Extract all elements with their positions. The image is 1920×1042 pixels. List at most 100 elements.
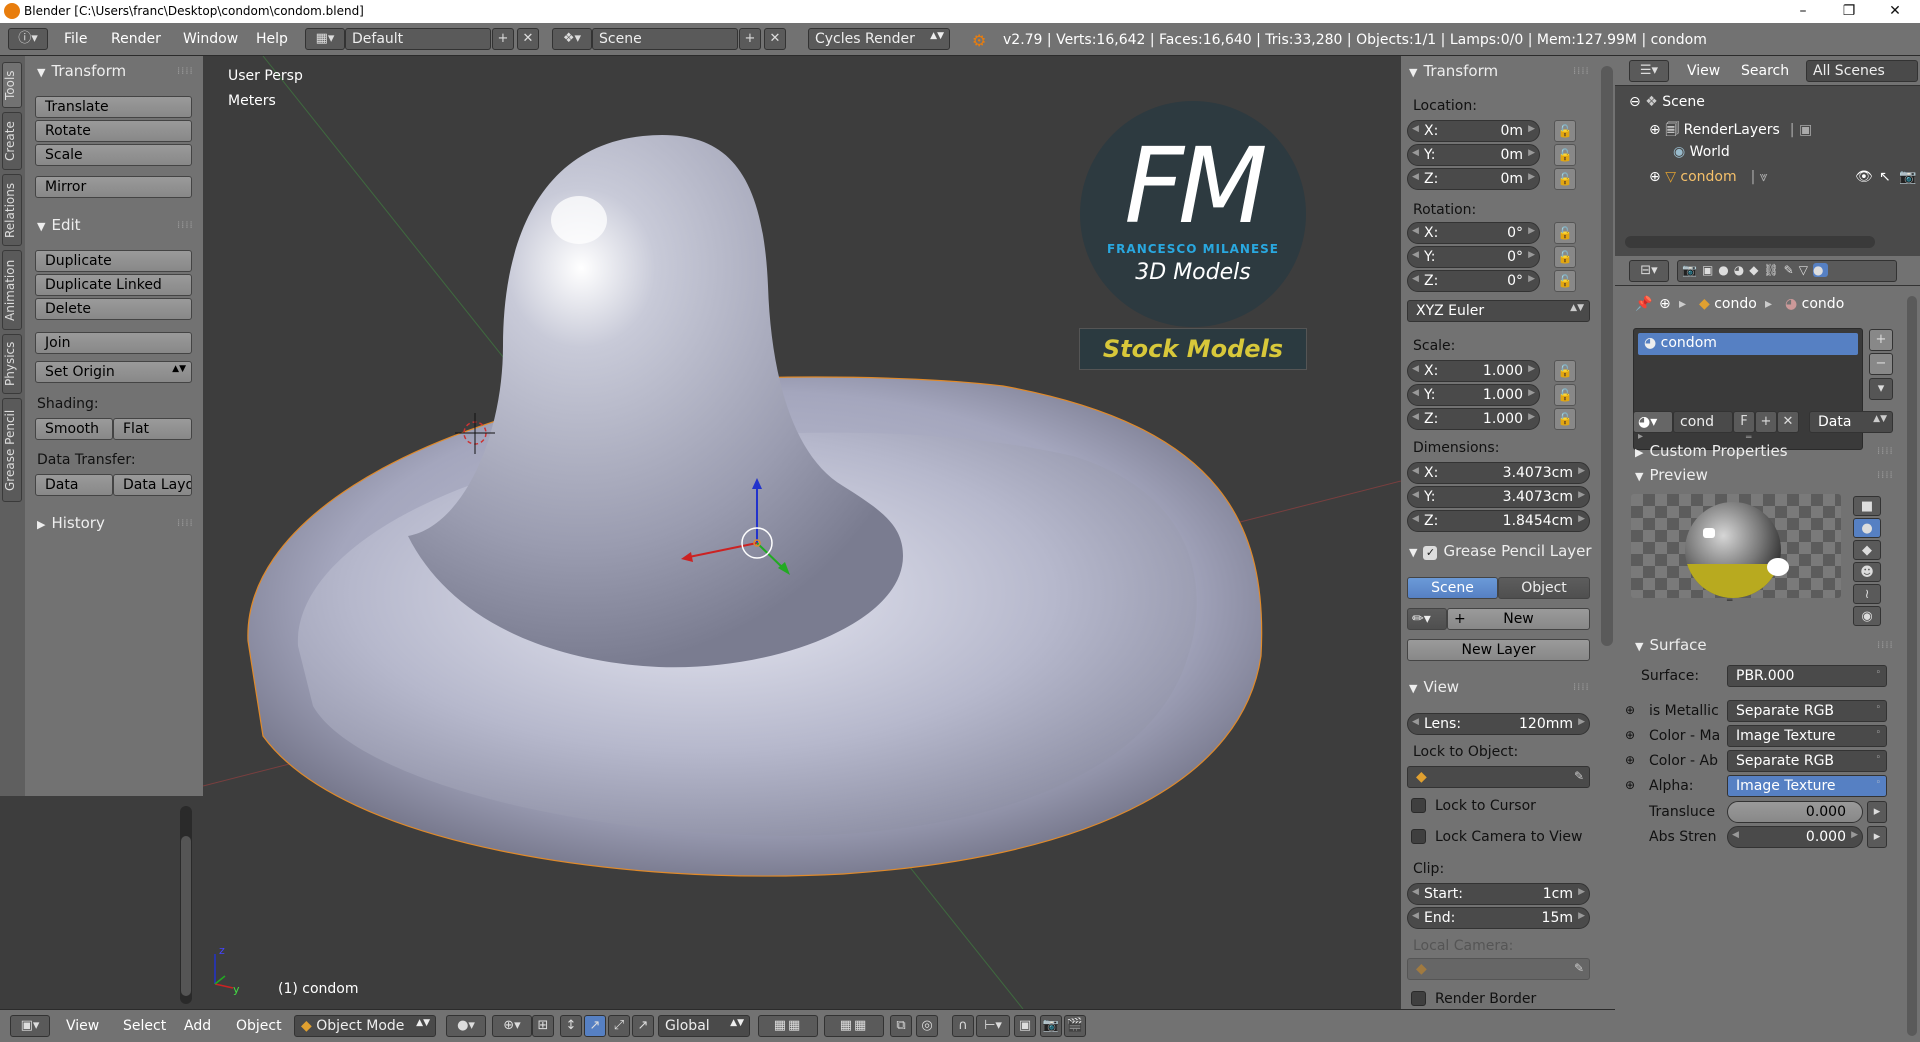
lock-icon[interactable]: 🔓 bbox=[1554, 144, 1576, 166]
screen-layout-icon[interactable]: ▦▾ bbox=[305, 28, 345, 50]
lock-icon[interactable]: 🔓 bbox=[1554, 270, 1576, 292]
lock-icon[interactable]: 🔓 bbox=[1554, 168, 1576, 190]
material-name-field[interactable]: cond bbox=[1673, 411, 1733, 433]
pin-icon[interactable]: 📌 bbox=[1635, 296, 1652, 312]
pivot-point-icon[interactable]: ⊕▾ bbox=[492, 1015, 532, 1037]
layers-grid-icon[interactable]: ▦▦ bbox=[758, 1015, 818, 1037]
rotation-mode-select[interactable]: XYZ Euler ▲▼ bbox=[1407, 300, 1590, 322]
screen-layout-field[interactable]: Default bbox=[345, 28, 491, 50]
scene-icon[interactable]: ❖▾ bbox=[552, 28, 592, 50]
display-mode-select[interactable]: All Scenes bbox=[1806, 60, 1918, 82]
fake-user-button[interactable]: F bbox=[1733, 411, 1755, 433]
tab-create[interactable]: Create bbox=[2, 112, 22, 170]
rotation-y-field[interactable]: ◀ Y: 0° ▶ bbox=[1407, 246, 1540, 268]
slot-menu-icon[interactable]: ▾ bbox=[1869, 378, 1893, 400]
3d-viewport[interactable]: z y User Persp Meters (1) condom FM FRAN… bbox=[203, 56, 1401, 1009]
transform-panel-header[interactable]: ▼ Transform bbox=[37, 62, 126, 80]
material-browse-icon[interactable]: ◕▾ bbox=[1633, 411, 1673, 433]
clapper-render-icon[interactable]: 🎬 bbox=[1064, 1015, 1086, 1037]
rotate-manipulator-icon[interactable]: ↗ bbox=[584, 1015, 606, 1037]
new-layer-button[interactable]: New Layer bbox=[1407, 639, 1590, 661]
drag-handle-icon[interactable]: ⁞⁞⁞⁞ bbox=[1573, 66, 1590, 77]
local-camera-field[interactable]: ◆ ✎ bbox=[1407, 958, 1590, 980]
socket-link-icon[interactable]: ▸ bbox=[1867, 801, 1887, 823]
translate-button[interactable]: Translate bbox=[35, 96, 192, 118]
viewport-shading-icon[interactable]: ●▾ bbox=[446, 1015, 486, 1037]
rotation-z-field[interactable]: ◀ Z: 0° ▶ bbox=[1407, 270, 1540, 292]
scrollbar[interactable] bbox=[1601, 66, 1613, 646]
preview-world-icon[interactable]: ◉ bbox=[1853, 606, 1881, 626]
socket-link-icon[interactable]: ▸ bbox=[1867, 826, 1887, 848]
scrollbar-thumb[interactable] bbox=[181, 836, 191, 996]
preview-monkey-icon[interactable]: ☻ bbox=[1853, 562, 1881, 582]
orientation-select[interactable]: Global ▲▼ bbox=[658, 1015, 750, 1037]
drag-handle-icon[interactable]: ⁞⁞⁞⁞ bbox=[177, 66, 194, 77]
edit-panel-header[interactable]: ▼ Edit bbox=[37, 216, 81, 234]
render-opengl-icon[interactable]: ▣ bbox=[1014, 1015, 1036, 1037]
add-layout-icon[interactable]: + bbox=[492, 28, 514, 50]
drag-handle-icon[interactable]: ⁞⁞⁞⁞ bbox=[1573, 682, 1590, 693]
expand-icon[interactable]: ⊕ bbox=[1649, 169, 1665, 185]
scene-source-button[interactable]: Scene bbox=[1407, 577, 1498, 599]
input-select-color-ab[interactable]: Separate RGB ◦ bbox=[1727, 750, 1887, 772]
pencil-icon[interactable]: ✏▾ bbox=[1407, 608, 1447, 630]
scale-manipulator-icon[interactable]: ⤢ bbox=[608, 1015, 630, 1037]
menu-file[interactable]: File bbox=[64, 31, 87, 47]
editor-type-outliner-icon[interactable]: ☰▾ bbox=[1629, 60, 1669, 82]
preview-header[interactable]: ▼ Preview bbox=[1635, 466, 1708, 484]
menu-render[interactable]: Render bbox=[111, 31, 161, 47]
preview-hair-icon[interactable]: ≀ bbox=[1853, 584, 1881, 604]
data-layout-button[interactable]: Data Layo bbox=[113, 474, 192, 496]
lock-object-field[interactable]: ◆ ✎ bbox=[1407, 766, 1590, 788]
new-material-icon[interactable]: + bbox=[1755, 411, 1777, 433]
outliner-menu-search[interactable]: Search bbox=[1741, 63, 1789, 79]
drag-handle-icon[interactable]: ⁞⁞⁞⁞ bbox=[1877, 640, 1894, 651]
mode-select[interactable]: ◆ Object Mode ▲▼ bbox=[294, 1015, 436, 1037]
duplicate-linked-button[interactable]: Duplicate Linked bbox=[35, 274, 192, 296]
dimension-z-field[interactable]: ◀ Z: 1.8454cm ▶ bbox=[1407, 510, 1590, 532]
surface-header[interactable]: ▼ Surface bbox=[1635, 636, 1707, 654]
grease-pencil-header[interactable]: ▼ ✓ Grease Pencil Layer bbox=[1409, 542, 1609, 560]
location-z-field[interactable]: ◀ Z: 0m ▶ bbox=[1407, 168, 1540, 190]
new-grease-pencil-button[interactable]: + New bbox=[1447, 608, 1590, 630]
translucence-field[interactable]: 0.000 bbox=[1727, 801, 1863, 823]
view-panel-header[interactable]: ▼ View bbox=[1409, 678, 1459, 696]
add-slot-icon[interactable]: + bbox=[1869, 329, 1893, 351]
add-scene-icon[interactable]: + bbox=[739, 28, 761, 50]
render-camera-icon[interactable]: 📷 bbox=[1899, 169, 1916, 185]
expand-input-icon[interactable]: ⊕ bbox=[1625, 753, 1635, 767]
lock-icon[interactable]: 🔓 bbox=[1554, 120, 1576, 142]
tab-physics[interactable]: Physics bbox=[2, 334, 22, 394]
rotate-button[interactable]: Rotate bbox=[35, 120, 192, 142]
surface-shader-select[interactable]: PBR.000 ◦ bbox=[1727, 665, 1887, 687]
menu-window[interactable]: Window bbox=[183, 31, 238, 47]
tab-animation[interactable]: Animation bbox=[2, 250, 22, 330]
editor-type-3d-icon[interactable]: ▣▾ bbox=[10, 1015, 50, 1037]
lens-field[interactable]: ◀ Lens: 120mm ▶ bbox=[1407, 713, 1590, 735]
layer-lock-icon[interactable]: ⧉ bbox=[890, 1015, 912, 1037]
duplicate-button[interactable]: Duplicate bbox=[35, 250, 192, 272]
scale-x-field[interactable]: ◀ X: 1.000 ▶ bbox=[1407, 360, 1540, 382]
properties-scrollbar[interactable] bbox=[1907, 296, 1917, 1036]
translate-manipulator-icon[interactable]: ↕ bbox=[560, 1015, 582, 1037]
menu-add[interactable]: Add bbox=[184, 1018, 211, 1034]
camera-render-icon[interactable]: 📷 bbox=[1040, 1015, 1062, 1037]
scale-z-field[interactable]: ◀ Z: 1.000 ▶ bbox=[1407, 408, 1540, 430]
data-transfer-button[interactable]: Data bbox=[35, 474, 113, 496]
tree-item-renderlayers[interactable]: ⊕ 🗐 RenderLayers | ▣ bbox=[1649, 119, 1812, 143]
tree-item-scene[interactable]: ⊖ ❖ Scene bbox=[1629, 94, 1705, 110]
clip-start-field[interactable]: ◀ Start: 1cm ▶ bbox=[1407, 883, 1590, 905]
menu-view[interactable]: View bbox=[66, 1018, 99, 1034]
drag-handle-icon[interactable]: ⁞⁞⁞⁞ bbox=[1877, 470, 1894, 481]
tab-tools[interactable]: Tools bbox=[2, 62, 22, 108]
breadcrumb-material[interactable]: ◕ condo bbox=[1785, 296, 1844, 312]
clip-end-field[interactable]: ◀ End: 15m ▶ bbox=[1407, 907, 1590, 929]
minimize-button[interactable]: – bbox=[1780, 0, 1826, 23]
abs-strength-field[interactable]: ◀ 0.000 ▶ bbox=[1727, 826, 1863, 848]
scale-button[interactable]: Scale bbox=[35, 144, 192, 166]
drag-handle-icon[interactable]: ⁞⁞⁞⁞ bbox=[177, 220, 194, 231]
preview-cube-icon[interactable]: ◆ bbox=[1853, 540, 1881, 560]
scrollbar[interactable] bbox=[180, 806, 192, 1004]
eyedropper-icon[interactable]: ✎ bbox=[1574, 961, 1584, 975]
select-cursor-icon[interactable]: ↖ bbox=[1879, 169, 1891, 185]
